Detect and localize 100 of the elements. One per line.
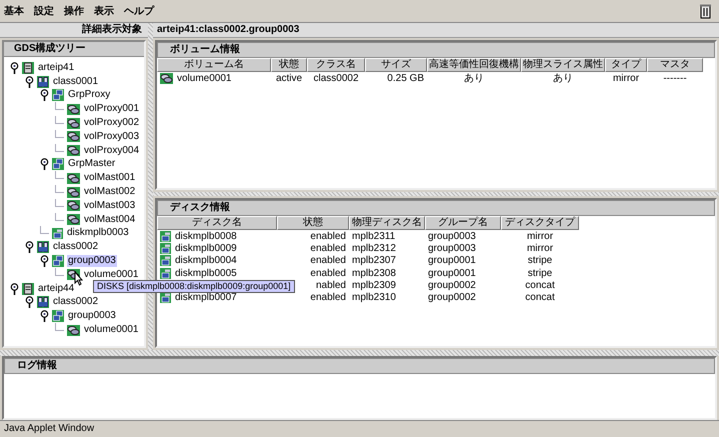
trash-can-icon[interactable] bbox=[700, 4, 711, 18]
volume-icon bbox=[67, 118, 80, 129]
tree-item[interactable]: volMast003 bbox=[83, 200, 136, 212]
tree-item[interactable]: arteip44 bbox=[37, 282, 76, 295]
server-icon bbox=[22, 282, 34, 295]
table-cell: enabled bbox=[310, 268, 346, 279]
table-cell: nabled bbox=[316, 280, 346, 291]
column-header[interactable]: 高速等価性回復機構 bbox=[427, 58, 521, 72]
table-cell: mplb2308 bbox=[352, 268, 396, 279]
expand-toggle-icon[interactable] bbox=[25, 241, 34, 254]
panel-title: ボリューム情報 bbox=[157, 42, 715, 58]
table-cell: diskmplb0009 bbox=[175, 242, 237, 254]
column-header[interactable]: 状態 bbox=[277, 216, 349, 230]
column-header[interactable]: 状態 bbox=[271, 58, 307, 72]
column-header[interactable]: 物理スライス属性 bbox=[521, 58, 605, 72]
column-header[interactable]: マスタ bbox=[647, 58, 703, 72]
tree-item[interactable]: volMast004 bbox=[83, 214, 136, 226]
table-cell: volume0001 bbox=[177, 73, 232, 84]
expand-toggle-icon[interactable] bbox=[40, 255, 49, 268]
tree-item[interactable]: GrpMaster bbox=[67, 158, 116, 170]
storage-class-icon bbox=[37, 76, 49, 88]
menu-item[interactable]: 操作 bbox=[64, 4, 84, 18]
table-cell: group0002 bbox=[428, 280, 476, 291]
tree-item[interactable]: volProxy003 bbox=[83, 130, 140, 143]
column-header[interactable]: タイプ bbox=[605, 58, 647, 72]
table-cell: mirror bbox=[526, 230, 554, 242]
menu-item[interactable]: 表示 bbox=[94, 4, 114, 18]
table-cell: enabled bbox=[310, 255, 346, 266]
storage-class-icon bbox=[37, 296, 49, 308]
table-cell: enabled bbox=[310, 292, 346, 304]
table-cell: mplb2312 bbox=[352, 242, 396, 254]
expand-toggle-icon[interactable] bbox=[10, 282, 19, 295]
tree-item[interactable]: volProxy002 bbox=[83, 117, 140, 130]
table-cell: あり bbox=[553, 73, 573, 84]
table-cell: group0003 bbox=[428, 242, 476, 254]
table-cell: diskmplb0005 bbox=[175, 268, 237, 279]
tree-item[interactable]: volProxy001 bbox=[83, 103, 140, 116]
menu-item[interactable]: ヘルプ bbox=[124, 4, 154, 18]
table-cell: diskmplb0007 bbox=[175, 292, 237, 304]
disk-group-icon bbox=[52, 255, 64, 268]
volume-icon bbox=[67, 324, 80, 336]
table-cell: あり bbox=[464, 73, 484, 84]
table-cell: mirror bbox=[612, 73, 640, 84]
table-cell: enabled bbox=[310, 230, 346, 242]
tree-item[interactable]: group0003 bbox=[67, 255, 117, 268]
tree-item[interactable]: group0003 bbox=[67, 310, 117, 322]
table-cell: group0002 bbox=[428, 292, 476, 304]
column-header[interactable]: グループ名 bbox=[425, 216, 501, 230]
status-bar: Java Applet Window bbox=[0, 420, 719, 437]
column-header[interactable]: 物理ディスク名 bbox=[349, 216, 425, 230]
disk-group-icon bbox=[52, 158, 64, 170]
expand-toggle-icon[interactable] bbox=[25, 76, 34, 88]
tree-item[interactable]: volume0001 bbox=[83, 324, 140, 336]
tree-item[interactable]: volMast002 bbox=[83, 186, 136, 198]
column-header[interactable]: ボリューム名 bbox=[157, 58, 271, 72]
column-header[interactable]: クラス名 bbox=[307, 58, 365, 72]
target-title: arteip41:class0002.group0003 bbox=[153, 23, 719, 38]
expand-toggle-icon[interactable] bbox=[10, 62, 19, 74]
mouse-pointer-icon bbox=[74, 271, 83, 286]
table-cell: concat bbox=[525, 280, 555, 291]
tree-item[interactable]: diskmplb0003 bbox=[66, 227, 130, 240]
tree-item[interactable]: arteip41 bbox=[37, 62, 76, 74]
tree-item[interactable]: class0002 bbox=[52, 241, 100, 254]
expand-toggle-icon[interactable] bbox=[40, 89, 49, 102]
table-cell: ------- bbox=[663, 73, 687, 84]
tree-item[interactable]: class0002 bbox=[52, 296, 100, 308]
tree-item[interactable]: volume0001 bbox=[83, 268, 140, 281]
column-header[interactable]: ディスク名 bbox=[157, 216, 277, 230]
menu-item[interactable]: 設定 bbox=[34, 4, 54, 18]
server-icon bbox=[22, 62, 34, 74]
volume-icon bbox=[67, 200, 80, 212]
tree-item[interactable]: volMast001 bbox=[83, 172, 136, 184]
tooltip: DISKS [diskmplb0008:diskmplb0009:group0001] bbox=[93, 280, 295, 293]
expand-toggle-icon[interactable] bbox=[40, 310, 49, 322]
tree-item[interactable]: class0001 bbox=[52, 76, 100, 88]
table-cell: diskmplb0008 bbox=[175, 230, 237, 242]
table-cell: stripe bbox=[528, 268, 552, 279]
table-cell: group0003 bbox=[428, 230, 476, 242]
volume-icon bbox=[67, 145, 80, 156]
table-cell: 0.25 GB bbox=[387, 73, 424, 84]
expand-toggle-icon[interactable] bbox=[40, 158, 49, 170]
tree-item[interactable]: GrpProxy bbox=[67, 89, 112, 102]
column-header[interactable]: サイズ bbox=[365, 58, 427, 72]
storage-class-icon bbox=[37, 241, 49, 254]
table-cell: group0001 bbox=[428, 268, 476, 279]
panel-title: GDS構成ツリー bbox=[4, 42, 144, 57]
table-cell: mplb2310 bbox=[352, 292, 396, 304]
volume-icon bbox=[67, 186, 80, 198]
table-cell: diskmplb0004 bbox=[175, 255, 237, 266]
volume-icon bbox=[67, 131, 80, 142]
table-cell: mirror bbox=[526, 242, 554, 254]
table-cell: concat bbox=[525, 292, 555, 304]
tree-item[interactable]: volProxy004 bbox=[83, 144, 140, 157]
column-header[interactable]: ディスクタイプ bbox=[501, 216, 579, 230]
table-cell: class0002 bbox=[313, 73, 359, 84]
expand-toggle-icon[interactable] bbox=[25, 296, 34, 308]
disk-group-icon bbox=[52, 310, 64, 322]
disk-group-icon bbox=[52, 89, 64, 102]
menu-item[interactable]: 基本 bbox=[4, 4, 24, 18]
panel-header: 詳細表示対象 bbox=[0, 23, 148, 38]
